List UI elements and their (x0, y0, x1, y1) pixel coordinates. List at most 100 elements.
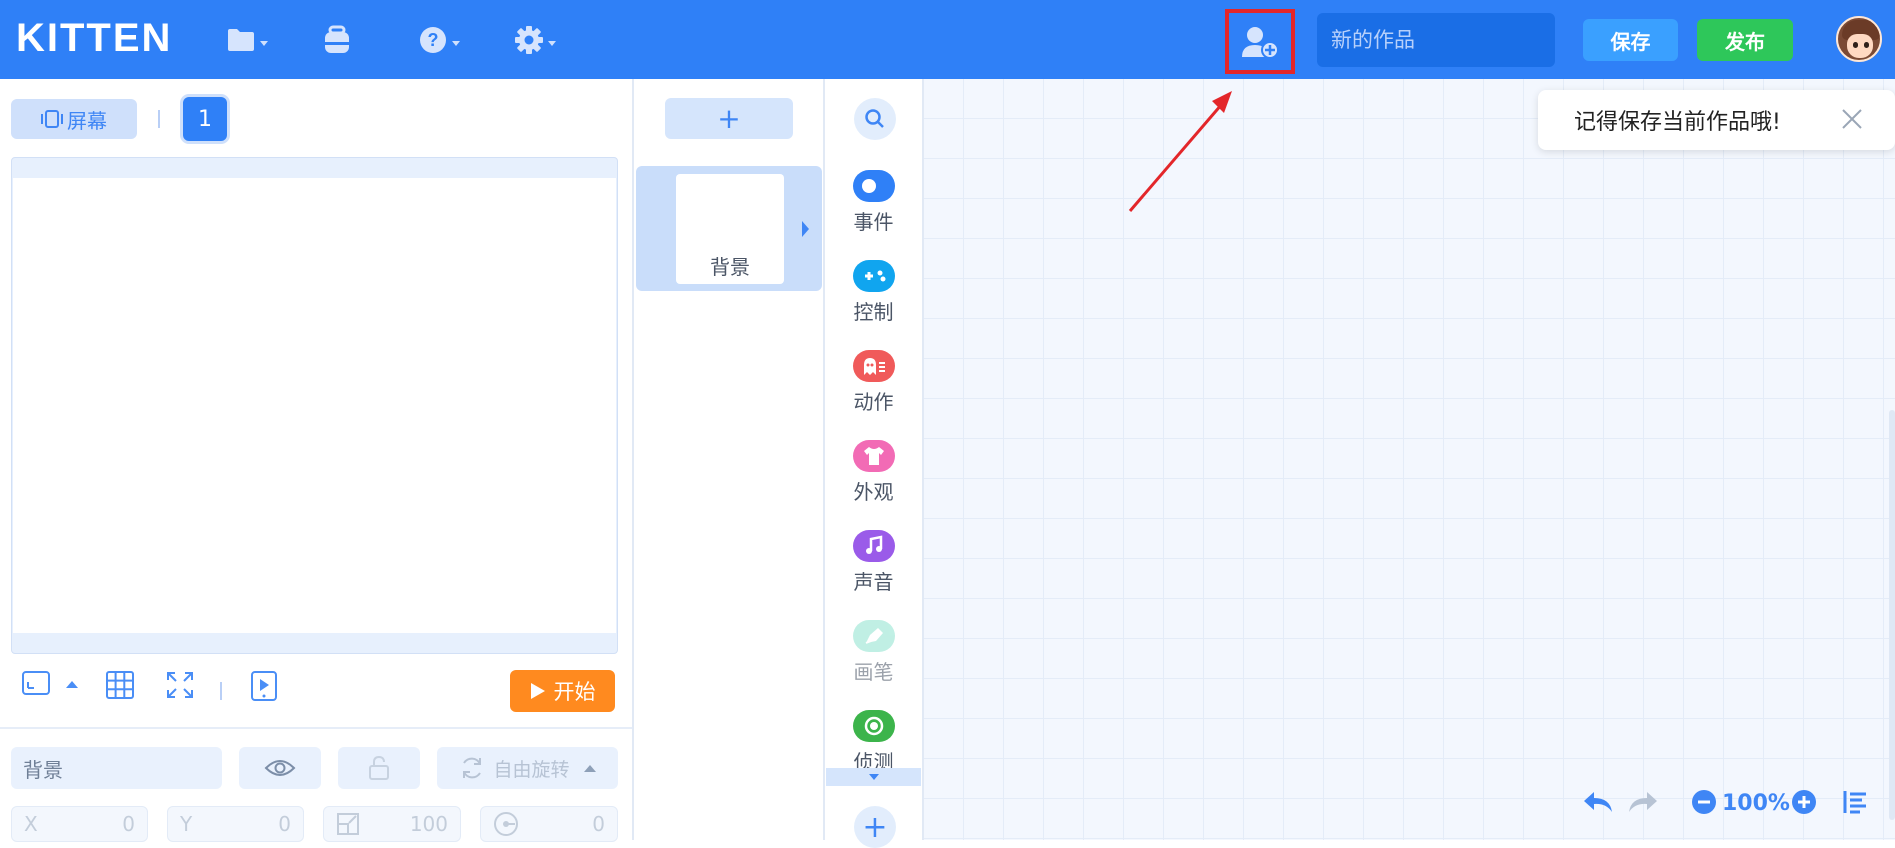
backpack-icon (325, 25, 349, 53)
y-label: Y (180, 812, 193, 836)
target-icon (852, 710, 895, 742)
category-label: 动作 (853, 390, 894, 414)
help-icon: ? (420, 27, 446, 53)
category-motion[interactable]: 动作 (825, 350, 922, 415)
x-label: X (24, 812, 38, 836)
lock-toggle[interactable] (338, 747, 420, 789)
add-collaborator-button[interactable] (1225, 9, 1295, 74)
sprite-card[interactable]: 背景 (636, 166, 822, 291)
stage-canvas[interactable] (13, 178, 616, 633)
stage-size-button[interactable] (21, 670, 51, 696)
zoom-in-button[interactable] (1790, 788, 1818, 816)
align-blocks-button[interactable] (1842, 788, 1870, 816)
undo-button[interactable] (1582, 788, 1614, 816)
screen-tab[interactable]: 屏幕 (11, 99, 137, 139)
start-label: 开始 (553, 680, 596, 704)
publish-button[interactable]: 发布 (1697, 19, 1793, 61)
start-button[interactable]: 开始 (510, 670, 615, 712)
plus-circle-icon (1792, 790, 1816, 814)
sprite-name-field[interactable]: 背景 (11, 747, 222, 789)
size-field[interactable]: 100 (323, 806, 461, 842)
preview-button[interactable] (250, 670, 278, 702)
zoom-out-button[interactable] (1690, 788, 1718, 816)
category-sensing[interactable]: 侦测 (825, 710, 922, 775)
redo-icon (1629, 792, 1657, 812)
project-title-input[interactable] (1317, 13, 1555, 67)
align-left-icon (1843, 791, 1866, 814)
divider (220, 682, 222, 700)
rotation-mode-select[interactable]: 自由旋转 (437, 747, 618, 789)
screen-page-button[interactable]: 1 (183, 97, 227, 141)
arrow-annotation (1128, 91, 1232, 212)
stage-size-toggle[interactable] (66, 681, 78, 688)
category-label: 外观 (853, 480, 894, 504)
sprite-list: + 背景 (634, 79, 825, 840)
app-logo: KITTEN (16, 16, 173, 60)
visibility-toggle[interactable] (239, 747, 321, 789)
size-value: 100 (409, 812, 448, 836)
category-label: 画笔 (853, 660, 894, 684)
pen-icon (852, 620, 895, 652)
category-label: 事件 (853, 210, 894, 234)
stage-panel: 屏幕 1 开始 背景 自由旋转 X 0 Y 0 100 0 (0, 79, 634, 842)
scale-icon (337, 813, 359, 835)
zoom-level: 100% (1722, 790, 1790, 816)
divider (0, 727, 632, 729)
folder-icon (228, 29, 254, 51)
add-sprite-button[interactable]: + (665, 98, 793, 139)
add-extension-button[interactable]: + (854, 806, 896, 848)
chevron-down-icon (548, 40, 556, 46)
play-icon (530, 683, 545, 699)
divider (158, 110, 160, 128)
toast-message: 记得保存当前作品哦! (1574, 110, 1781, 135)
y-field[interactable]: Y 0 (167, 806, 304, 842)
category-scroll-down[interactable] (826, 768, 921, 786)
save-button[interactable]: 保存 (1583, 19, 1678, 61)
play-screen-icon (251, 671, 277, 701)
close-icon[interactable] (1839, 106, 1865, 132)
chevron-down-icon (452, 40, 460, 46)
chevron-down-icon (260, 40, 268, 46)
caret-right-icon (802, 221, 809, 237)
top-bar: KITTEN ? 保存 发 (0, 0, 1895, 79)
block-search-button[interactable] (854, 98, 896, 140)
fullscreen-button[interactable] (165, 670, 195, 700)
screen-tab-label: 屏幕 (67, 108, 107, 133)
code-workspace[interactable] (924, 79, 1895, 840)
toggle-icon (852, 170, 895, 202)
help-menu[interactable]: ? (418, 22, 460, 58)
rotation-mode-label: 自由旋转 (493, 758, 570, 781)
save-reminder-toast: 记得保存当前作品哦! (1538, 90, 1895, 150)
workspace-scrollbar[interactable] (1889, 410, 1895, 820)
direction-value: 0 (592, 812, 605, 836)
sprite-label: 背景 (710, 255, 750, 279)
category-sound[interactable]: 声音 (825, 530, 922, 595)
search-icon (865, 109, 884, 128)
category-pen[interactable]: 画笔 (825, 620, 922, 685)
direction-field[interactable]: 0 (480, 806, 618, 842)
category-label: 控制 (853, 300, 894, 324)
sprite-thumbnail: 背景 (676, 174, 784, 284)
grid-toggle-button[interactable] (105, 670, 135, 700)
category-label: 声音 (853, 570, 894, 594)
backpack-button[interactable] (322, 22, 352, 58)
minus-circle-icon (1692, 790, 1716, 814)
svg-text:?: ? (428, 30, 439, 50)
redo-button[interactable] (1627, 788, 1659, 816)
direction-icon (494, 812, 518, 836)
gamepad-icon (852, 260, 895, 292)
add-user-icon (1242, 26, 1279, 59)
shirt-icon (852, 440, 895, 472)
x-field[interactable]: X 0 (11, 806, 148, 842)
category-control[interactable]: 控制 (825, 260, 922, 325)
category-looks[interactable]: 外观 (825, 440, 922, 505)
settings-menu[interactable] (514, 22, 556, 58)
category-events[interactable]: 事件 (825, 170, 922, 235)
y-value: 0 (278, 812, 291, 836)
grid-icon (106, 671, 134, 699)
gear-icon (515, 26, 543, 54)
file-menu[interactable] (226, 22, 268, 58)
stage-frame (11, 157, 618, 654)
rotate-icon (463, 757, 482, 779)
user-avatar[interactable] (1836, 16, 1882, 62)
